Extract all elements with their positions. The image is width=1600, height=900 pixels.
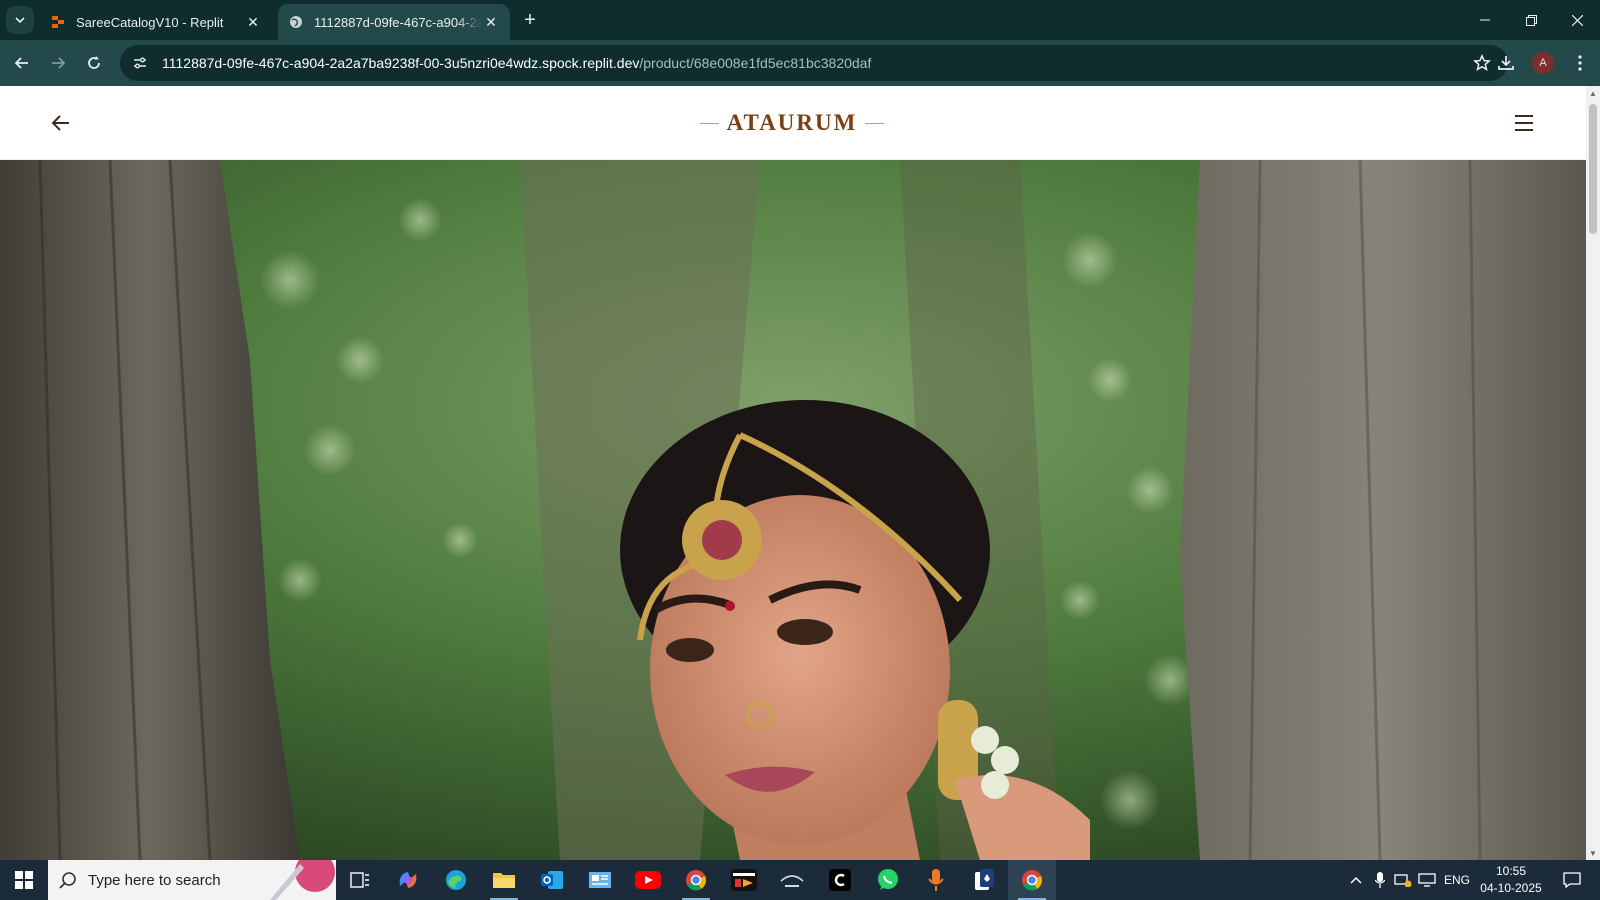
youtube-icon[interactable] — [624, 860, 672, 900]
menu-button[interactable] — [1510, 110, 1538, 136]
chrome-icon[interactable] — [1008, 860, 1056, 900]
restore-icon — [1525, 14, 1537, 26]
tab-title: SareeCatalogV10 - Replit — [76, 14, 224, 30]
model-photo — [0, 160, 1586, 860]
chrome-profile-icon[interactable] — [672, 860, 720, 900]
url-text: 1112887d-09fe-467c-a904-2a2a7ba9238f-00-… — [162, 55, 871, 71]
tab-product-page[interactable]: 1112887d-09fe-467c-a904-2a2a ✕ — [278, 4, 510, 40]
chevron-up-icon — [1350, 876, 1362, 884]
copilot-icon[interactable] — [384, 860, 432, 900]
task-view-icon[interactable] — [336, 860, 384, 900]
tab-title: 1112887d-09fe-467c-a904-2a2a — [314, 14, 482, 30]
new-tab-button[interactable]: + — [518, 8, 542, 32]
taskbar-search-box[interactable]: Type here to search — [48, 860, 336, 900]
network-warning-icon[interactable] — [1392, 860, 1414, 900]
windows-logo-icon — [15, 871, 33, 889]
more-vertical-icon — [1578, 55, 1582, 71]
hamburger-icon-bar — [1515, 129, 1533, 131]
edge-icon[interactable] — [432, 860, 480, 900]
taskbar-clock[interactable]: 10:55 04-10-2025 — [1474, 863, 1548, 897]
brand-rule-right — [865, 122, 884, 124]
browser-menu-button[interactable] — [1566, 49, 1594, 77]
reload-button[interactable] — [80, 49, 108, 77]
back-button[interactable] — [8, 49, 36, 77]
windows-taskbar: Type here to search ENG 10:55 04-10-2025 — [0, 860, 1600, 900]
brand-name: ATAURUM — [726, 110, 858, 135]
forward-button[interactable] — [44, 49, 72, 77]
hamburger-icon-bar — [1515, 115, 1533, 117]
display-icon[interactable] — [1416, 860, 1438, 900]
browser-tabstrip: SareeCatalogV10 - Replit ✕ 1112887d-09fe… — [0, 0, 1600, 40]
clock-date: 04-10-2025 — [1480, 881, 1542, 895]
scroll-up-icon[interactable]: ▲ — [1586, 86, 1600, 100]
search-icon — [48, 871, 88, 889]
replit-icon — [50, 14, 66, 30]
brand-logo[interactable]: ATAURUM — [700, 108, 884, 138]
brand-rule-left — [700, 122, 719, 124]
profile-avatar[interactable]: A — [1532, 52, 1554, 74]
solitaire-icon[interactable] — [960, 860, 1008, 900]
arrow-left-icon — [51, 115, 69, 131]
c-app-icon[interactable] — [816, 860, 864, 900]
search-placeholder: Type here to search — [88, 871, 221, 889]
microphone-icon[interactable] — [1370, 860, 1390, 900]
restore-button[interactable] — [1508, 0, 1554, 40]
scroll-down-icon[interactable]: ▼ — [1586, 846, 1600, 860]
file-explorer-icon[interactable] — [480, 860, 528, 900]
close-icon — [1571, 14, 1583, 26]
hamburger-icon-bar — [1515, 122, 1533, 124]
language-indicator[interactable]: ENG — [1440, 860, 1474, 900]
clock-time: 10:55 — [1495, 864, 1527, 878]
tab-replit[interactable]: SareeCatalogV10 - Replit ✕ — [40, 4, 272, 40]
notification-center-button[interactable] — [1554, 860, 1590, 900]
hotstar-icon[interactable] — [768, 860, 816, 900]
url-path: /product/68e008e1fd5ec81bc3820daf — [639, 55, 872, 71]
chevron-down-icon — [15, 17, 25, 24]
arrow-left-icon — [14, 57, 28, 69]
product-hero-image — [0, 160, 1586, 860]
globe-icon — [288, 14, 304, 30]
close-icon[interactable]: ✕ — [482, 13, 500, 31]
arrow-right-icon — [52, 57, 66, 69]
minimize-button[interactable] — [1462, 0, 1508, 40]
outlook-icon[interactable] — [528, 860, 576, 900]
page-scrollbar[interactable]: ▲ ▼ — [1586, 86, 1600, 860]
news-icon[interactable] — [576, 860, 624, 900]
whatsapp-icon[interactable] — [864, 860, 912, 900]
browser-toolbar: 1112887d-09fe-467c-a904-2a2a7ba9238f-00-… — [0, 40, 1600, 86]
sonyliv-icon[interactable] — [720, 860, 768, 900]
tab-search-button[interactable] — [6, 6, 34, 34]
download-icon — [1498, 56, 1514, 70]
show-hidden-icons-button[interactable] — [1344, 860, 1368, 900]
search-highlight-art — [270, 860, 335, 900]
address-bar[interactable]: 1112887d-09fe-467c-a904-2a2a7ba9238f-00-… — [120, 45, 1508, 81]
url-host: 1112887d-09fe-467c-a904-2a2a7ba9238f-00-… — [162, 55, 640, 71]
reload-icon — [88, 56, 100, 69]
site-header: ATAURUM — [0, 86, 1586, 160]
minimize-icon — [1480, 19, 1490, 21]
close-window-button[interactable] — [1554, 0, 1600, 40]
voice-recorder-icon[interactable] — [912, 860, 960, 900]
start-button[interactable] — [0, 860, 48, 900]
downloads-button[interactable] — [1492, 49, 1520, 77]
close-icon[interactable]: ✕ — [244, 13, 262, 31]
back-arrow-button[interactable] — [46, 108, 76, 138]
page-viewport: ATAURUM ▲ ▼ — [0, 86, 1600, 860]
notification-icon — [1563, 872, 1581, 888]
scrollbar-thumb[interactable] — [1589, 104, 1597, 234]
site-info-icon[interactable] — [124, 47, 156, 79]
